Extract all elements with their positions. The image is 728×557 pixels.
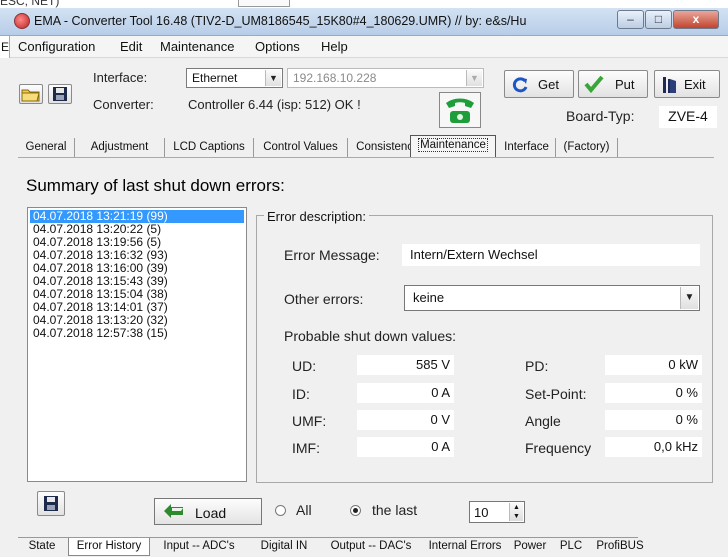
angle-value: 0 %	[605, 410, 702, 430]
checkmark-icon	[584, 75, 604, 93]
bottom-tab-internal-errors[interactable]: Internal Errors	[422, 538, 508, 556]
error-description-title: Error description:	[264, 209, 369, 224]
background-window-text: ESC, NET)	[0, 0, 60, 8]
error-message-label: Error Message:	[284, 247, 380, 263]
refresh-icon	[512, 77, 528, 93]
chevron-down-icon: ▼	[680, 287, 698, 309]
window-title: EMA - Converter Tool 16.48 (TIV2-D_UM818…	[34, 14, 527, 28]
arrow-load-icon	[164, 504, 183, 518]
ip-address-value: 192.168.10.228	[293, 71, 377, 85]
other-errors-label: Other errors:	[284, 291, 364, 307]
bottom-tab-input-adcs[interactable]: Input -- ADC's	[152, 538, 246, 556]
interface-select[interactable]: Ethernet ▼	[186, 68, 283, 88]
tab-general[interactable]: General	[18, 138, 75, 158]
other-errors-value: keine	[413, 290, 445, 305]
put-label: Put	[615, 77, 635, 92]
floppy-disk-icon	[44, 496, 58, 511]
bottom-tab-digital-in[interactable]: Digital IN	[248, 538, 320, 556]
pd-value: 0 kW	[605, 355, 702, 375]
exit-label: Exit	[684, 77, 706, 92]
menu-edit[interactable]: Edit	[120, 39, 142, 54]
ud-label: UD:	[292, 358, 317, 374]
bottom-tab-profibus[interactable]: ProfiBUS	[590, 538, 650, 556]
bottom-tab-power[interactable]: Power	[508, 538, 552, 556]
phone-icon	[446, 98, 474, 123]
close-button[interactable]: x	[673, 10, 719, 29]
background-window-control	[238, 0, 290, 7]
radio-the-last[interactable]	[350, 505, 361, 516]
radio-the-last-label: the last	[372, 502, 418, 518]
ud-value: 585 V	[357, 355, 454, 375]
get-button[interactable]: Get	[504, 70, 574, 98]
converter-label: Converter:	[93, 97, 154, 112]
ip-address-select[interactable]: 192.168.10.228 ▼	[287, 68, 484, 88]
tab-adjustment[interactable]: Adjustment	[75, 138, 165, 158]
tab-lcd-captions[interactable]: LCD Captions	[165, 138, 254, 158]
umf-label: UMF:	[292, 413, 327, 429]
count-value: 10	[474, 505, 489, 520]
page-title: Summary of last shut down errors:	[26, 176, 285, 195]
spinner-arrows-icon[interactable]: ▲ ▼	[509, 503, 523, 521]
folder-icon	[21, 89, 40, 102]
radio-all-label: All	[296, 502, 312, 518]
chevron-down-icon: ▼	[265, 70, 281, 86]
bottom-tab-plc[interactable]: PLC	[554, 538, 588, 556]
tab-divider	[18, 157, 714, 158]
tab-interface[interactable]: Interface	[498, 138, 556, 158]
other-errors-select[interactable]: keine ▼	[404, 285, 700, 311]
error-message-value: Intern/Extern Wechsel	[402, 244, 700, 266]
exit-button[interactable]: Exit	[654, 70, 720, 98]
interface-label: Interface:	[93, 70, 148, 85]
imf-label: IMF:	[292, 440, 320, 456]
bottom-tab-error-history[interactable]: Error History	[68, 538, 150, 556]
menu-help[interactable]: Help	[321, 39, 348, 54]
get-label: Get	[538, 77, 559, 92]
radio-all[interactable]	[275, 505, 286, 516]
pd-label: PD:	[525, 358, 549, 374]
save-history-button[interactable]	[37, 491, 65, 516]
menu-maintenance[interactable]: Maintenance	[160, 39, 234, 54]
umf-value: 0 V	[357, 410, 454, 430]
maximize-button[interactable]: □	[645, 10, 672, 29]
load-button[interactable]: Load	[154, 498, 262, 525]
angle-label: Angle	[525, 413, 561, 429]
menu-configuration[interactable]: Configuration	[18, 39, 95, 54]
set-point-value: 0 %	[605, 383, 702, 403]
board-type-value: ZVE-4	[659, 106, 717, 128]
set-point-label: Set-Point:	[525, 386, 587, 402]
open-folder-button[interactable]	[19, 84, 43, 104]
floppy-disk-icon	[53, 87, 67, 101]
title-bar: EMA - Converter Tool 16.48 (TIV2-D_UM818…	[0, 8, 728, 36]
frequency-label: Frequency	[525, 440, 592, 456]
converter-status: Controller 6.44 (isp: 512) OK !	[188, 97, 361, 112]
list-item[interactable]: 04.07.2018 12:57:38 (15)	[30, 327, 244, 340]
board-type-label: Board-Typ:	[566, 108, 635, 124]
error-history-list[interactable]: 04.07.2018 13:21:19 (99) 04.07.2018 13:2…	[27, 207, 247, 482]
bottom-tab-state[interactable]: State	[18, 538, 66, 556]
frequency-value: 0,0 kHz	[605, 437, 702, 457]
tab-factory[interactable]: (Factory)	[556, 138, 618, 158]
minimize-button[interactable]: –	[617, 10, 644, 29]
phone-connection-indicator[interactable]	[439, 92, 481, 128]
id-label: ID:	[292, 386, 310, 402]
count-spinner[interactable]: 10 ▲ ▼	[469, 501, 525, 523]
id-value: 0 A	[357, 383, 454, 403]
save-button[interactable]	[48, 84, 72, 104]
probable-values-label: Probable shut down values:	[284, 328, 456, 344]
menu-options[interactable]: Options	[255, 39, 300, 54]
background-side-label: Ei	[0, 36, 10, 58]
tab-maintenance[interactable]: Maintenance	[410, 135, 496, 158]
imf-value: 0 A	[357, 437, 454, 457]
app-icon	[14, 13, 30, 29]
load-label: Load	[195, 505, 227, 521]
chevron-down-icon: ▼	[466, 70, 482, 86]
put-button[interactable]: Put	[578, 70, 648, 98]
menu-bar: Configuration Edit Maintenance Options H…	[10, 36, 728, 58]
door-exit-icon	[663, 77, 676, 93]
tab-control-values[interactable]: Control Values	[254, 138, 348, 158]
bottom-tab-output-dacs[interactable]: Output -- DAC's	[322, 538, 420, 556]
interface-value: Ethernet	[192, 71, 238, 85]
